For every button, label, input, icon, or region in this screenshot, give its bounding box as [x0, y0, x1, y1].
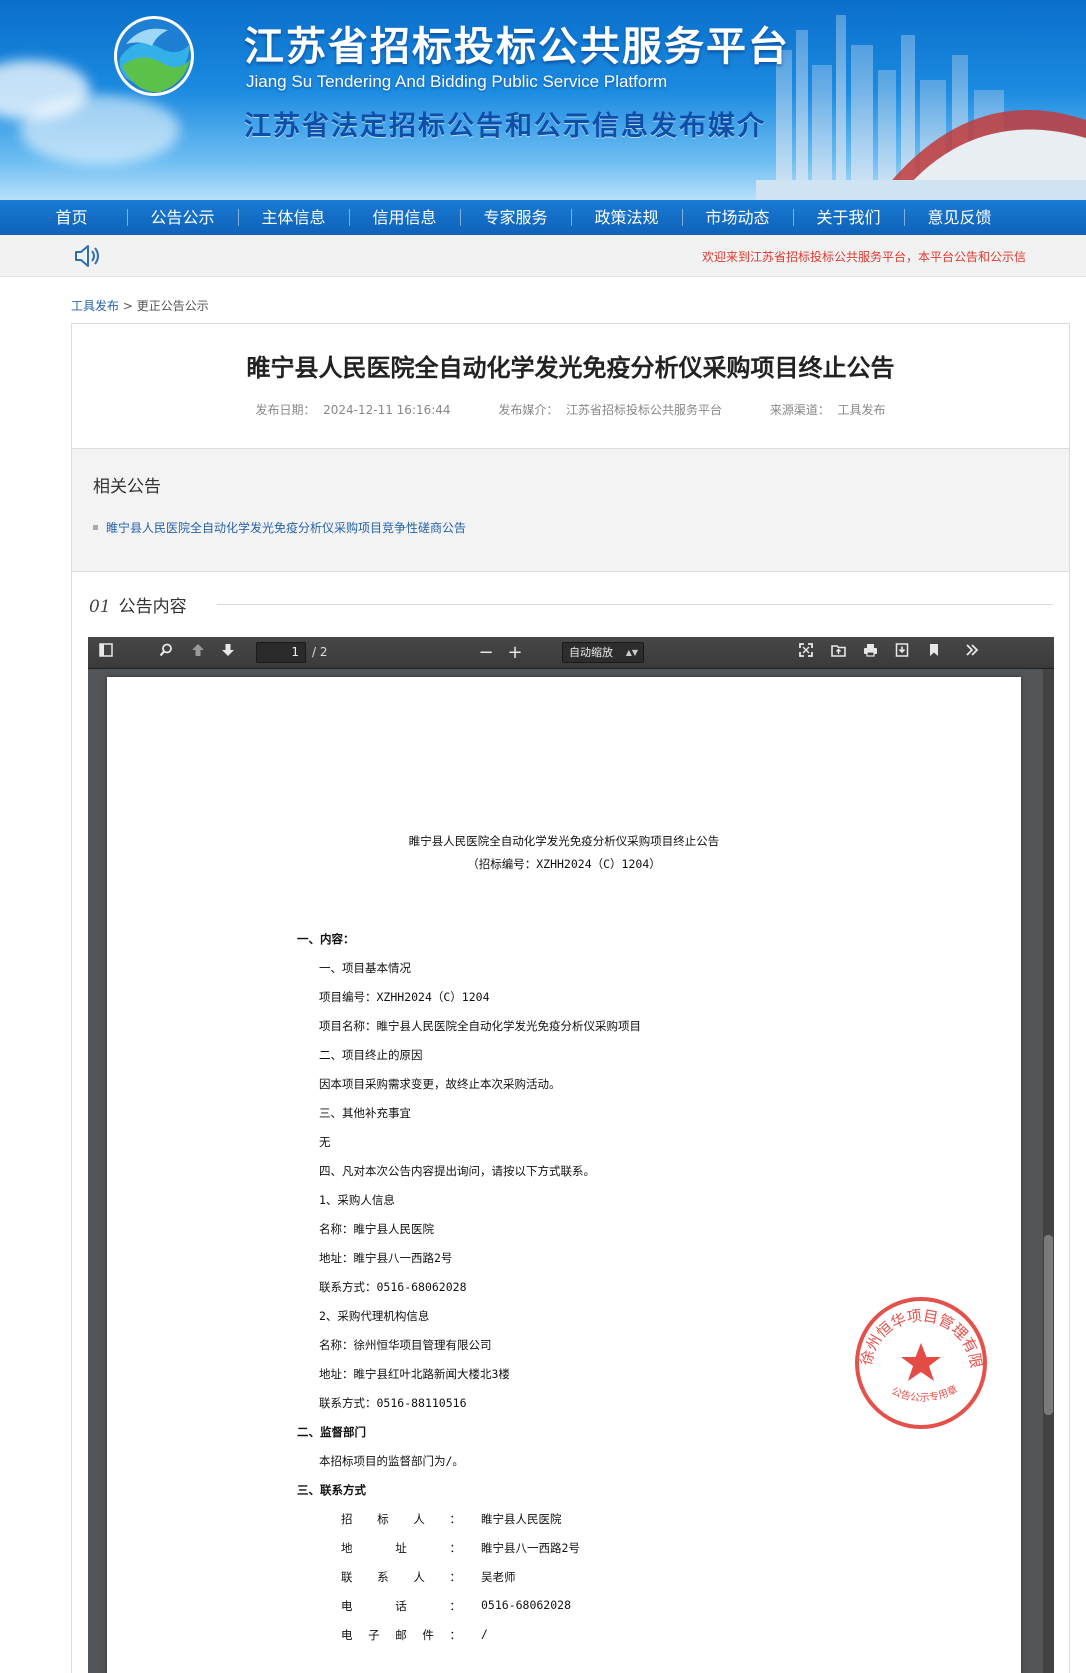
pdf-scrollbar[interactable] [1043, 669, 1054, 1673]
previous-page-icon[interactable] [188, 643, 208, 663]
breadcrumb-root-link[interactable]: 工具发布 [71, 299, 119, 313]
contact-value: 0516-68062028 [481, 1598, 572, 1612]
pdf-heading: 二、监督部门 [297, 1425, 366, 1439]
section-number: 01 [89, 597, 111, 617]
pdf-line: 名称：徐州恒华项目管理有限公司 [319, 1338, 492, 1352]
pdf-line: 三、其他补充事宜 [319, 1106, 411, 1120]
pdf-line: 四、凡对本次公告内容提出询问，请按以下方式联系。 [319, 1164, 595, 1178]
section-divider [217, 604, 1053, 605]
site-slogan: 江苏省法定招标公告和公示信息发布媒介 [244, 111, 766, 142]
contact-value: 睢宁县八一西路2号 [481, 1541, 580, 1555]
nav-item-announcements[interactable]: 公告公示 [127, 200, 238, 235]
meta-source-label: 来源渠道： [769, 403, 830, 417]
contact-label: 电话： [341, 1599, 461, 1613]
breadcrumb: 工具发布 > 更正公告公示 [71, 297, 209, 314]
pdf-page: 睢宁县人民医院全自动化学发光免疫分析仪采购项目终止公告 （招标编号：XZHH20… [107, 677, 1021, 1673]
pdf-line: 地址：睢宁县八一西路2号 [319, 1251, 453, 1265]
main-nav: 首页 公告公示 主体信息 信用信息 专家服务 政策法规 市场动态 关于我们 意见… [0, 200, 1086, 235]
contact-label: 电子邮件： [341, 1628, 461, 1642]
meta-date-label: 发布日期： [255, 403, 316, 417]
article-title: 睢宁县人民医院全自动化学发光免疫分析仪采购项目终止公告 [246, 354, 895, 382]
zoom-in-button[interactable]: + [505, 643, 525, 663]
related-heading: 相关公告 [93, 477, 161, 497]
contact-value: 睢宁县人民医院 [481, 1512, 562, 1526]
meta-source: 工具发布 [837, 403, 886, 417]
contact-value: / [481, 1627, 488, 1641]
nav-item-entity-info[interactable]: 主体信息 [238, 200, 349, 235]
pdf-line: 因本项目采购需求变更，故终止本次采购活动。 [319, 1077, 561, 1091]
pdf-line: 无 [319, 1135, 331, 1149]
breadcrumb-current: 更正公告公示 [136, 299, 209, 313]
fullscreen-icon[interactable] [796, 643, 816, 663]
nav-item-expert-service[interactable]: 专家服务 [460, 200, 571, 235]
section-header: 01 公告内容 [89, 592, 1053, 617]
page-number-input[interactable]: 1 [256, 642, 306, 663]
nav-item-home[interactable]: 首页 [16, 200, 127, 235]
site-title-english: Jiang Su Tendering And Bidding Public Se… [246, 72, 668, 91]
pdf-line: 联系方式：0516-68062028 [319, 1280, 467, 1294]
bookmark-icon[interactable] [924, 643, 944, 663]
print-icon[interactable] [860, 643, 880, 663]
speaker-icon [75, 245, 99, 267]
site-title: 江苏省招标投标公共服务平台 [244, 24, 790, 70]
nav-item-about-us[interactable]: 关于我们 [793, 200, 904, 235]
related-item-label[interactable]: 睢宁县人民医院全自动化学发光免疫分析仪采购项目竞争性磋商公告 [106, 521, 466, 535]
contact-value: 吴老师 [481, 1570, 516, 1584]
contact-label: 联系人： [341, 1570, 461, 1584]
breadcrumb-separator: > [122, 299, 133, 313]
pdf-line: 联系方式：0516-88110516 [319, 1396, 467, 1410]
pdf-line: 二、项目终止的原因 [319, 1048, 423, 1062]
pdf-viewer: 1 / 2 − + 自动缩放 ▲▼ 睢宁县人民医院全自动化学发光免疫分析仪采购项… [88, 637, 1054, 1673]
pdf-scrollbar-thumb[interactable] [1044, 1235, 1053, 1415]
pdf-line: 地址：睢宁县红叶北路新闻大楼北3楼 [319, 1367, 510, 1381]
download-icon[interactable] [892, 643, 912, 663]
pdf-line: 一、项目基本情况 [319, 961, 411, 975]
cloud-decoration [20, 95, 180, 165]
article-box: 睢宁县人民医院全自动化学发光免疫分析仪采购项目终止公告 发布日期： 2024-1… [71, 323, 1070, 1673]
zoom-out-button[interactable]: − [476, 643, 496, 663]
pdf-subtitle: （招标编号：XZHH2024（C）1204） [467, 857, 661, 871]
meta-media: 江苏省招标投标公共服务平台 [566, 403, 723, 417]
page-total: / 2 [312, 645, 328, 659]
bullet-square-icon [93, 525, 98, 530]
pdf-line: 名称：睢宁县人民医院 [319, 1222, 434, 1236]
platform-logo [114, 16, 194, 96]
nav-item-market-news[interactable]: 市场动态 [682, 200, 793, 235]
city-skyline-image [756, 15, 1086, 200]
pdf-line: 本招标项目的监督部门为/。 [319, 1454, 464, 1468]
zoom-select-value: 自动缩放 [569, 646, 613, 659]
search-icon[interactable] [156, 643, 176, 663]
pdf-heading: 一、内容： [297, 932, 355, 946]
more-tools-icon[interactable] [962, 643, 982, 663]
header-banner: 江苏省招标投标公共服务平台 Jiang Su Tendering And Bid… [0, 0, 1086, 200]
nav-item-policies[interactable]: 政策法规 [571, 200, 682, 235]
next-page-icon[interactable] [218, 643, 238, 663]
pdf-line: 项目名称：睢宁县人民医院全自动化学发光免疫分析仪采购项目 [319, 1019, 641, 1033]
pdf-heading: 三、联系方式 [297, 1483, 366, 1497]
contact-label: 招标人： [341, 1512, 461, 1526]
meta-media-label: 发布媒介： [498, 403, 559, 417]
nav-item-feedback[interactable]: 意见反馈 [904, 200, 1015, 235]
svg-text:公告公示专用章: 公告公示专用章 [890, 1382, 960, 1404]
pdf-toolbar: 1 / 2 − + 自动缩放 ▲▼ [88, 637, 1054, 669]
chevron-updown-icon: ▲▼ [625, 648, 638, 657]
nav-item-credit-info[interactable]: 信用信息 [349, 200, 460, 235]
company-seal-stamp: 徐州恒华项目管理有限公司 公告公示专用章 [851, 1293, 987, 1429]
sidebar-toggle-icon[interactable] [96, 643, 116, 663]
article-meta: 发布日期： 2024-12-11 16:16:44 发布媒介： 江苏省招标投标公… [72, 401, 1069, 418]
related-announcements: 相关公告 睢宁县人民医院全自动化学发光免疫分析仪采购项目竞争性磋商公告 [72, 448, 1069, 572]
pdf-line: 项目编号：XZHH2024（C）1204 [319, 990, 490, 1004]
scrolling-notice[interactable]: 欢迎来到江苏省招标投标公共服务平台，本平台公告和公示信 [702, 248, 1032, 265]
open-file-icon[interactable] [828, 643, 848, 663]
section-label: 公告内容 [118, 597, 187, 617]
pdf-line: 2、采购代理机构信息 [319, 1309, 430, 1323]
zoom-select[interactable]: 自动缩放 ▲▼ [562, 642, 644, 663]
contact-label: 地址： [341, 1541, 461, 1555]
meta-date: 2024-12-11 16:16:44 [323, 403, 451, 417]
notice-bar: 欢迎来到江苏省招标投标公共服务平台，本平台公告和公示信 [0, 235, 1086, 277]
pdf-line: 1、采购人信息 [319, 1193, 395, 1207]
pdf-title: 睢宁县人民医院全自动化学发光免疫分析仪采购项目终止公告 [408, 834, 720, 848]
related-item[interactable]: 睢宁县人民医院全自动化学发光免疫分析仪采购项目竞争性磋商公告 [93, 519, 466, 536]
